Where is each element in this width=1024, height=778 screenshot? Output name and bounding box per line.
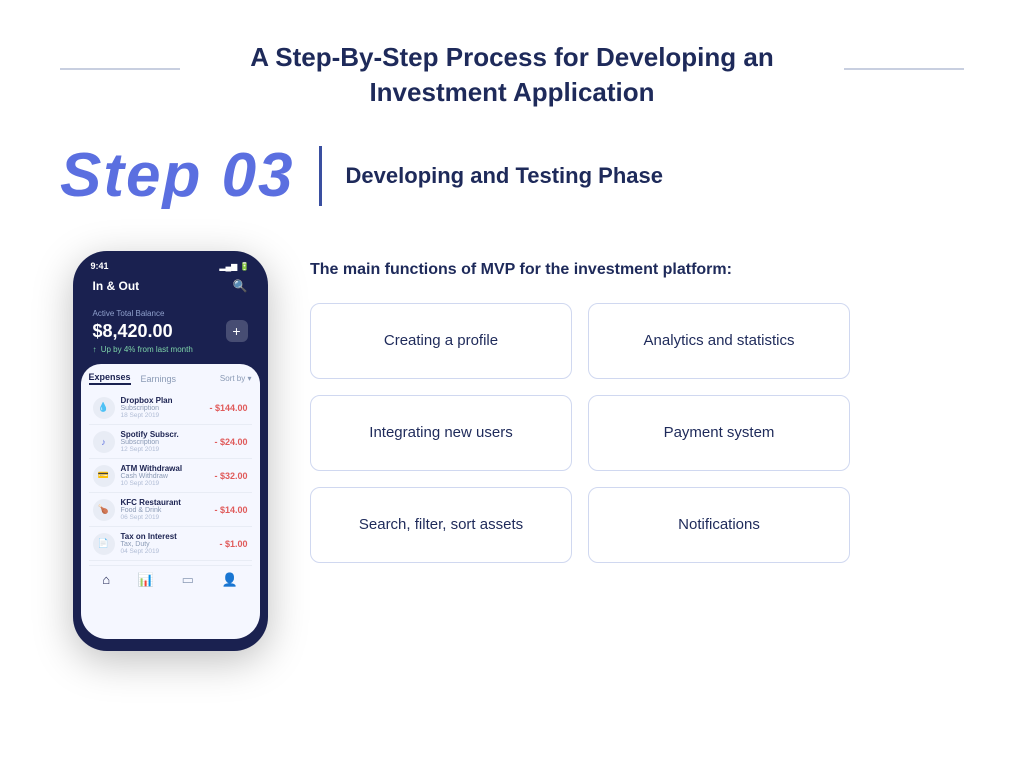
- phone-growth-indicator: ↑ Up by 4% from last month: [93, 345, 248, 354]
- page: A Step-By-Step Process for Developing an…: [0, 0, 1024, 778]
- feature-label-search-filter: Search, filter, sort assets: [359, 516, 523, 533]
- tx-icon-spotify: ♪: [93, 431, 115, 453]
- feature-card-notifications: Notifications: [588, 487, 850, 563]
- phone-app-header: In & Out 🔍: [81, 275, 260, 297]
- header-line-left: [60, 68, 180, 70]
- tx-category: Subscription: [121, 405, 210, 412]
- tx-icon-atm: 💳: [93, 465, 115, 487]
- tx-name: KFC Restaurant: [121, 498, 215, 507]
- arrow-up-icon: ↑: [93, 345, 97, 354]
- phone-container: 9:41 ▂▄▆ 🔋 In & Out 🔍 Active Total Balan…: [60, 251, 280, 651]
- header-title: A Step-By-Step Process for Developing an…: [60, 40, 964, 110]
- tx-amount: - $32.00: [214, 471, 247, 481]
- phone-balance-label: Active Total Balance: [93, 309, 248, 318]
- step-label: Step 03: [60, 140, 295, 211]
- tx-info-spotify: Spotify Subscr. Subscription 12 Sept 201…: [121, 430, 215, 453]
- tx-date: 04 Sept 2019: [121, 548, 220, 555]
- tx-date: 12 Sept 2019: [121, 446, 215, 453]
- feature-label-analytics: Analytics and statistics: [644, 332, 795, 349]
- phone-add-button[interactable]: +: [226, 320, 248, 342]
- feature-label-notifications: Notifications: [678, 516, 760, 533]
- tx-icon-dropbox: 💧: [93, 397, 115, 419]
- phone-balance-row: $8,420.00 +: [93, 320, 248, 342]
- phone-status-bar: 9:41 ▂▄▆ 🔋: [81, 261, 260, 271]
- nav-chart-icon[interactable]: 📊: [138, 572, 154, 588]
- tx-icon-tax: 📄: [93, 533, 115, 555]
- tx-info-tax: Tax on Interest Tax, Duty 04 Sept 2019: [121, 532, 220, 555]
- features-grid: Creating a profile Analytics and statist…: [310, 303, 850, 563]
- feature-label-integrating-users: Integrating new users: [369, 424, 512, 441]
- tx-date: 06 Sept 2019: [121, 514, 215, 521]
- phone-time: 9:41: [91, 261, 109, 271]
- tx-category: Food & Drink: [121, 507, 215, 514]
- table-row: ♪ Spotify Subscr. Subscription 12 Sept 2…: [89, 425, 252, 459]
- phone-app-title: In & Out: [93, 279, 140, 293]
- mvp-title: The main functions of MVP for the invest…: [310, 261, 964, 279]
- tab-earnings[interactable]: Earnings: [141, 374, 177, 384]
- tx-date: 10 Sept 2019: [121, 480, 215, 487]
- tx-amount: - $1.00: [219, 539, 247, 549]
- feature-card-analytics: Analytics and statistics: [588, 303, 850, 379]
- main-content: 9:41 ▂▄▆ 🔋 In & Out 🔍 Active Total Balan…: [60, 251, 964, 651]
- header-line-right: [844, 68, 964, 70]
- feature-card-integrating-users: Integrating new users: [310, 395, 572, 471]
- phone-signal-icons: ▂▄▆ 🔋: [219, 262, 249, 271]
- tx-icon-kfc: 🍗: [93, 499, 115, 521]
- phone-balance-amount: $8,420.00: [93, 321, 173, 342]
- phone-search-icon[interactable]: 🔍: [233, 279, 248, 293]
- tx-name: ATM Withdrawal: [121, 464, 215, 473]
- tx-info-dropbox: Dropbox Plan Subscription 18 Sept 2019: [121, 396, 210, 419]
- phone-mockup: 9:41 ▂▄▆ 🔋 In & Out 🔍 Active Total Balan…: [73, 251, 268, 651]
- table-row: 💧 Dropbox Plan Subscription 18 Sept 2019…: [89, 391, 252, 425]
- tx-amount: - $144.00: [209, 403, 247, 413]
- phone-balance-section: Active Total Balance $8,420.00 + ↑ Up by…: [81, 303, 260, 364]
- tx-info-atm: ATM Withdrawal Cash Withdraw 10 Sept 201…: [121, 464, 215, 487]
- tx-name: Dropbox Plan: [121, 396, 210, 405]
- step-section: Step 03 Developing and Testing Phase: [60, 140, 964, 221]
- step-subtitle: Developing and Testing Phase: [346, 163, 663, 189]
- sort-dropdown[interactable]: Sort by ▾: [220, 374, 252, 383]
- nav-home-icon[interactable]: ⌂: [102, 572, 110, 588]
- tx-amount: - $24.00: [214, 437, 247, 447]
- table-row: 🍗 KFC Restaurant Food & Drink 06 Sept 20…: [89, 493, 252, 527]
- tx-name: Spotify Subscr.: [121, 430, 215, 439]
- feature-card-payment-system: Payment system: [588, 395, 850, 471]
- step-divider: [319, 146, 322, 206]
- nav-profile-icon[interactable]: 👤: [221, 572, 237, 588]
- table-row: 💳 ATM Withdrawal Cash Withdraw 10 Sept 2…: [89, 459, 252, 493]
- tx-name: Tax on Interest: [121, 532, 220, 541]
- feature-label-creating-profile: Creating a profile: [384, 332, 498, 349]
- tx-amount: - $14.00: [214, 505, 247, 515]
- feature-label-payment-system: Payment system: [664, 424, 775, 441]
- header: A Step-By-Step Process for Developing an…: [60, 40, 964, 110]
- phone-body: Expenses Earnings Sort by ▾ 💧 Dropbox Pl…: [81, 364, 260, 639]
- tab-expenses[interactable]: Expenses: [89, 372, 131, 385]
- phone-tabs: Expenses Earnings Sort by ▾: [89, 372, 252, 385]
- phone-bottom-nav: ⌂ 📊 ▭ 👤: [89, 565, 252, 590]
- table-row: 📄 Tax on Interest Tax, Duty 04 Sept 2019…: [89, 527, 252, 561]
- tx-date: 18 Sept 2019: [121, 412, 210, 419]
- tx-category: Tax, Duty: [121, 541, 220, 548]
- tx-category: Subscription: [121, 439, 215, 446]
- feature-card-creating-profile: Creating a profile: [310, 303, 572, 379]
- feature-card-search-filter: Search, filter, sort assets: [310, 487, 572, 563]
- tx-info-kfc: KFC Restaurant Food & Drink 06 Sept 2019: [121, 498, 215, 521]
- right-content: The main functions of MVP for the invest…: [310, 251, 964, 563]
- nav-card-icon[interactable]: ▭: [182, 572, 194, 588]
- tx-category: Cash Withdraw: [121, 473, 215, 480]
